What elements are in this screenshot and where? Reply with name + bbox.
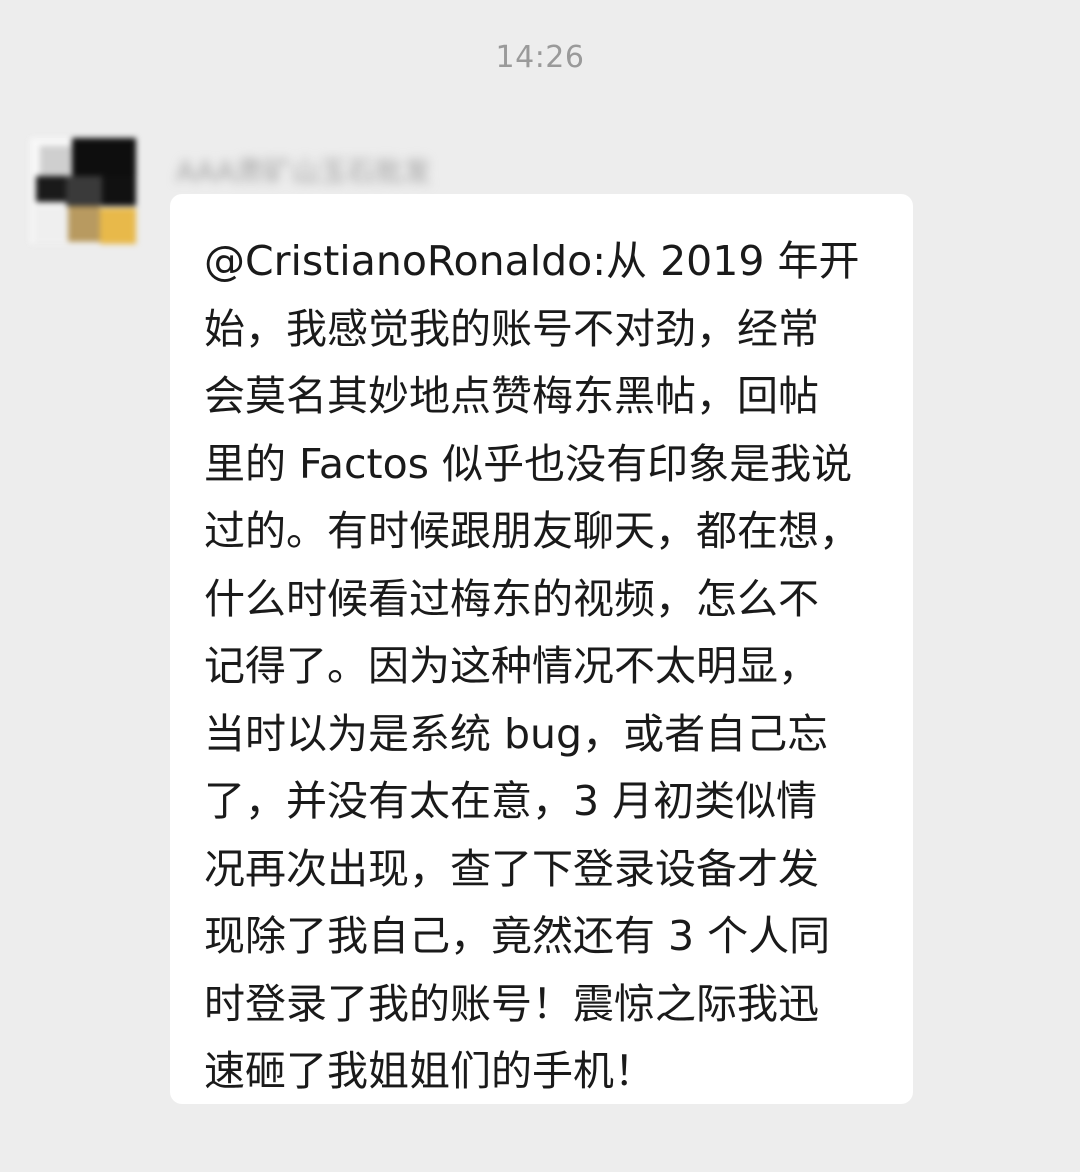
message-timestamp: 14:26 bbox=[495, 40, 585, 75]
message-line: 时登录了我的账号！震惊之际我迅 bbox=[204, 979, 819, 1028]
message-line: 过的。有时候跟朋友聊天，都在想， bbox=[204, 507, 860, 555]
message-line: 始，我感觉我的账号不对劲，经常 bbox=[204, 304, 819, 353]
message-line: 现除了我自己，竟然还有 3 个人同 bbox=[204, 912, 831, 960]
message-line: 记得了。因为这种情况不太明显， bbox=[204, 642, 819, 690]
message-line: 当时以为是系统 bug，或者自己忘 bbox=[204, 709, 829, 758]
avatar[interactable] bbox=[30, 138, 136, 244]
message-line: 什么时候看过梅东的视频，怎么不 bbox=[204, 574, 819, 623]
message-line: @CristianoRonaldo:从 2019 年开 bbox=[204, 237, 860, 285]
message-text: @CristianoRonaldo:从 2019 年开 始，我感觉我的账号不对劲，… bbox=[204, 228, 885, 1106]
message-line: 会莫名其妙地点赞梅东黑帖，回帖 bbox=[204, 372, 819, 420]
message-line: 了，并没有太在意，3 月初类似情 bbox=[204, 777, 818, 825]
sender-name: AAA肃矿山玉石批发 bbox=[176, 155, 432, 188]
message-line: 速砸了我姐姐们的手机！ bbox=[204, 1047, 655, 1095]
message-line: 况再次出现，查了下登录设备才发 bbox=[204, 844, 819, 893]
message-line: 里的 Factos 似乎也没有印象是我说 bbox=[204, 439, 853, 488]
message-bubble[interactable]: @CristianoRonaldo:从 2019 年开 始，我感觉我的账号不对劲，… bbox=[170, 194, 913, 1104]
